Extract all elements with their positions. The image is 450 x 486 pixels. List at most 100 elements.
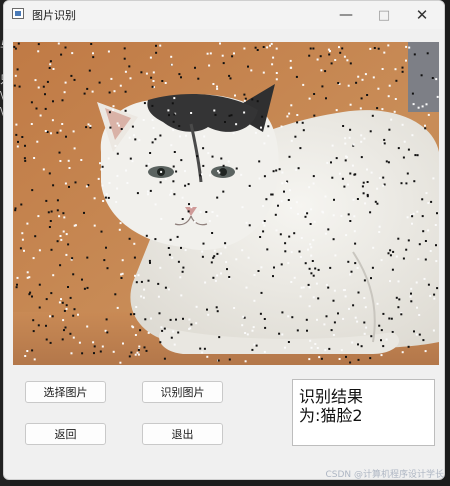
noise-dot	[161, 329, 164, 332]
noise-dot	[86, 87, 89, 90]
noise-dot	[240, 173, 243, 176]
noise-dot	[193, 220, 196, 223]
noise-dot	[344, 137, 347, 140]
noise-dot	[69, 332, 72, 335]
noise-dot	[70, 352, 73, 355]
noise-dot	[342, 317, 345, 320]
noise-dot	[169, 238, 172, 241]
noise-dot	[216, 252, 219, 255]
noise-dot	[163, 327, 166, 330]
noise-dot	[388, 128, 391, 131]
noise-dot	[413, 330, 415, 333]
noise-dot	[180, 294, 183, 297]
noise-dot	[175, 318, 177, 321]
noise-dot	[300, 286, 303, 289]
noise-dot	[427, 229, 430, 232]
noise-dot	[345, 234, 348, 237]
noise-dot	[170, 63, 173, 66]
noise-dot	[164, 286, 167, 289]
back-button[interactable]: 返回	[25, 423, 106, 445]
noise-dot	[288, 155, 291, 158]
noise-dot	[344, 142, 347, 145]
noise-dot	[159, 341, 162, 344]
cat-image	[13, 42, 439, 365]
noise-dot	[332, 214, 335, 217]
noise-dot	[86, 286, 89, 289]
noise-dot	[280, 200, 283, 203]
noise-dot	[216, 196, 219, 199]
noise-dot	[418, 314, 421, 316]
noise-dot	[83, 211, 85, 214]
noise-dot	[331, 176, 334, 179]
noise-dot	[407, 148, 410, 151]
close-button[interactable]: ✕	[403, 1, 441, 29]
noise-dot	[58, 151, 61, 154]
noise-dot	[310, 208, 313, 211]
noise-dot	[233, 52, 235, 55]
noise-dot	[101, 184, 104, 187]
noise-dot	[44, 130, 47, 132]
maximize-button[interactable]: □	[365, 1, 403, 29]
noise-dot	[211, 211, 214, 213]
noise-dot	[294, 135, 297, 138]
noise-dot	[64, 46, 67, 49]
noise-dot	[63, 216, 66, 219]
noise-dot	[228, 74, 231, 77]
noise-dot	[353, 230, 356, 233]
noise-dot	[297, 167, 300, 170]
select-image-button[interactable]: 选择图片	[25, 381, 106, 403]
noise-dot	[147, 163, 150, 165]
noise-dot	[184, 184, 187, 187]
noise-dot	[140, 280, 143, 283]
noise-dot	[431, 77, 434, 79]
noise-dot	[201, 250, 204, 253]
noise-dot	[143, 102, 146, 105]
noise-dot	[284, 346, 286, 349]
noise-dot	[160, 170, 163, 173]
noise-dot	[304, 262, 307, 265]
noise-dot	[63, 91, 66, 94]
noise-dot	[145, 349, 148, 352]
noise-dot	[37, 215, 40, 218]
noise-dot	[87, 123, 90, 126]
noise-dot	[415, 333, 418, 336]
noise-dot	[116, 174, 119, 177]
noise-dot	[275, 47, 278, 50]
noise-dot	[288, 112, 291, 115]
noise-dot	[134, 138, 137, 141]
noise-dot	[31, 295, 33, 298]
noise-dot	[221, 54, 224, 57]
noise-dot	[13, 84, 16, 87]
noise-dot	[220, 252, 222, 255]
noise-dot	[147, 279, 150, 282]
noise-dot	[34, 235, 37, 238]
noise-dot	[137, 348, 140, 351]
noise-dot	[363, 332, 366, 335]
noise-dot	[349, 220, 352, 222]
noise-dot	[308, 186, 311, 189]
noise-dot	[124, 70, 127, 73]
noise-dot	[71, 52, 74, 55]
noise-dot	[103, 259, 106, 262]
noise-dot	[383, 142, 386, 145]
noise-dot	[309, 47, 312, 50]
minimize-button[interactable]: —	[327, 1, 365, 29]
title-bar[interactable]: 图片识别 — □ ✕	[4, 1, 444, 29]
noise-dot	[170, 336, 173, 339]
noise-dot	[190, 112, 193, 114]
noise-dot	[312, 296, 315, 299]
noise-dot	[410, 287, 413, 290]
recognize-image-button[interactable]: 识别图片	[142, 381, 223, 403]
noise-dot	[245, 221, 248, 224]
noise-dot	[26, 222, 29, 225]
noise-dot	[112, 109, 115, 112]
noise-dot	[424, 258, 427, 261]
noise-dot	[436, 95, 439, 98]
noise-dot	[290, 139, 293, 142]
exit-button[interactable]: 退出	[142, 423, 223, 445]
noise-dot	[328, 53, 331, 56]
noise-dot	[60, 238, 63, 241]
noise-dot	[281, 182, 284, 185]
noise-dot	[363, 137, 366, 140]
noise-dot	[190, 206, 193, 209]
